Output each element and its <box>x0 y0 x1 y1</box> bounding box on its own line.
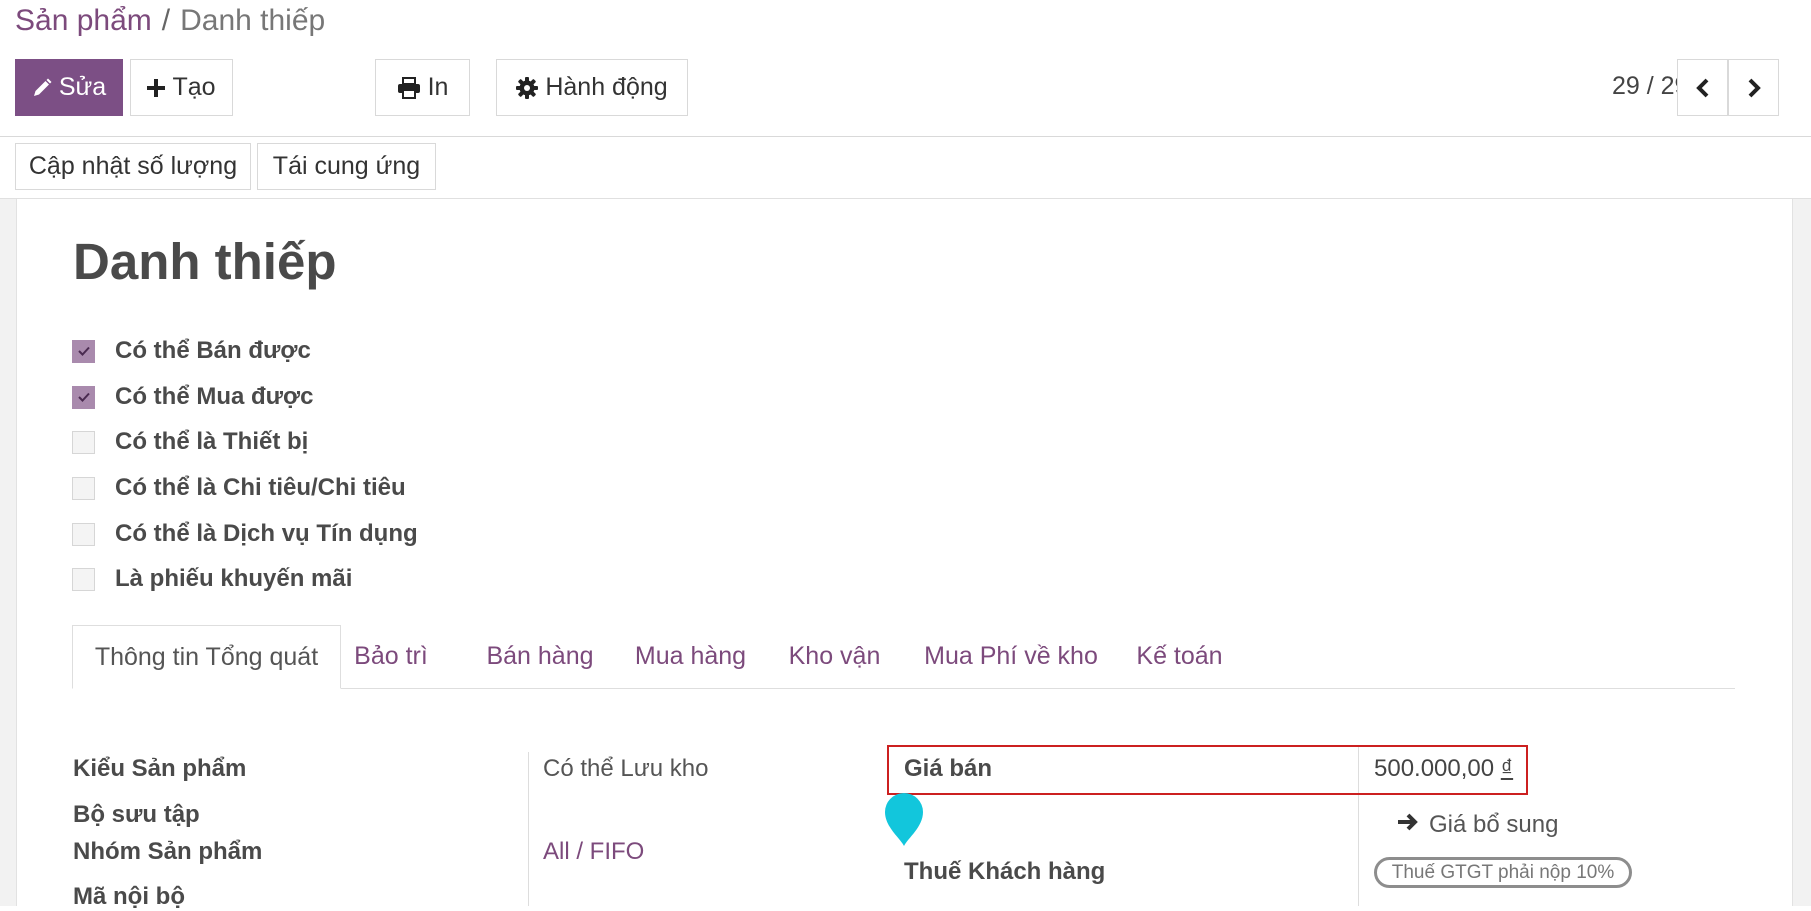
extra-prices-label: Giá bổ sung <box>1429 811 1559 838</box>
notebook-tabs: Thông tin Tổng quát Bảo trì Bán hàng Mua… <box>72 625 1735 689</box>
map-pin-icon <box>884 792 924 852</box>
customer-tax-tag[interactable]: Thuế GTGT phải nộp 10% <box>1374 857 1632 888</box>
chevron-left-icon <box>1695 78 1710 98</box>
action-button[interactable]: Hành động <box>496 59 688 116</box>
product-category-label: Nhóm Sản phẩm <box>73 838 263 865</box>
check-icon <box>77 346 90 356</box>
update-quantity-button[interactable]: Cập nhật số lượng <box>15 143 251 190</box>
sale-price-field[interactable]: 500.000,00 ₫ <box>1374 755 1513 783</box>
option-credit-service[interactable]: Có thể là Dịch vụ Tín dụng <box>72 519 418 549</box>
plus-icon <box>147 78 166 97</box>
option-label: Có thể Bán được <box>115 337 311 364</box>
checkbox[interactable] <box>72 476 95 500</box>
breadcrumb-products-link[interactable]: Sản phẩm <box>15 4 152 37</box>
pencil-icon <box>32 78 52 98</box>
action-button-label: Hành động <box>545 73 668 101</box>
printer-icon <box>397 76 421 99</box>
option-can-be-purchased[interactable]: Có thể Mua được <box>72 382 313 412</box>
checkbox[interactable] <box>72 339 95 363</box>
product-type-label: Kiểu Sản phẩm <box>73 755 247 782</box>
tab-general-info[interactable]: Thông tin Tổng quát <box>72 625 341 689</box>
chevron-right-icon <box>1747 78 1761 98</box>
edit-button-label: Sửa <box>58 73 107 101</box>
pager-previous-button[interactable] <box>1677 59 1728 116</box>
product-name[interactable]: Danh thiếp <box>73 232 337 291</box>
currency-symbol: ₫ <box>1500 755 1514 782</box>
product-category-field[interactable]: All / FIFO <box>543 838 644 866</box>
print-button[interactable]: In <box>375 59 470 116</box>
control-panel: Sản phẩm / Danh thiếp Sửa Tạo In Hành độ… <box>0 0 1811 137</box>
column-divider <box>528 752 529 906</box>
print-button-label: In <box>427 73 449 101</box>
option-label: Là phiếu khuyến mãi <box>115 565 353 592</box>
replenish-button[interactable]: Tái cung ứng <box>257 143 436 190</box>
option-label: Có thể Mua được <box>115 383 314 410</box>
tab-inventory[interactable]: Kho vận <box>769 625 900 688</box>
create-button-label: Tạo <box>172 73 216 101</box>
tab-maintenance[interactable]: Bảo trì <box>341 625 441 688</box>
option-can-be-equipment[interactable]: Có thể là Thiết bị <box>72 427 308 457</box>
collection-label: Bộ sưu tập <box>73 801 200 828</box>
status-bar: Cập nhật số lượng Tái cung ứng <box>0 137 1811 199</box>
breadcrumb-current: Danh thiếp <box>180 4 326 37</box>
gear-icon <box>516 76 539 99</box>
tab-purchase[interactable]: Mua hàng <box>617 625 764 688</box>
option-is-voucher[interactable]: Là phiếu khuyến mãi <box>72 564 352 594</box>
internal-reference-label: Mã nội bộ <box>73 883 185 910</box>
sale-price-value: 500.000,00 <box>1374 755 1495 782</box>
breadcrumb-separator: / <box>161 4 171 37</box>
checkbox[interactable] <box>72 522 95 546</box>
sale-price-label: Giá bán <box>904 755 993 782</box>
option-label: Có thể là Chi tiêu/Chi tiêu <box>115 474 406 501</box>
check-icon <box>77 392 90 402</box>
option-can-be-sold[interactable]: Có thể Bán được <box>72 336 311 366</box>
customer-taxes-label: Thuế Khách hàng <box>904 858 1106 885</box>
tab-landed-cost[interactable]: Mua Phí về kho <box>921 625 1101 688</box>
checkbox[interactable] <box>72 430 95 454</box>
option-label: Có thể là Dịch vụ Tín dụng <box>115 520 418 547</box>
checkbox[interactable] <box>72 567 95 591</box>
breadcrumb: Sản phẩm / Danh thiếp <box>15 3 325 39</box>
option-can-be-expensed[interactable]: Có thể là Chi tiêu/Chi tiêu <box>72 473 406 503</box>
option-label: Có thể là Thiết bị <box>115 428 309 455</box>
tab-accounting[interactable]: Kế toán <box>1121 625 1238 688</box>
pager-next-button[interactable] <box>1728 59 1779 116</box>
tab-sales[interactable]: Bán hàng <box>467 625 613 688</box>
checkbox[interactable] <box>72 385 95 409</box>
extra-prices-button[interactable]: Giá bổ sung <box>1397 811 1558 839</box>
edit-button[interactable]: Sửa <box>15 59 123 116</box>
arrow-right-icon <box>1397 811 1419 839</box>
product-type-field[interactable]: Có thể Lưu kho <box>543 755 709 783</box>
create-button[interactable]: Tạo <box>130 59 233 116</box>
